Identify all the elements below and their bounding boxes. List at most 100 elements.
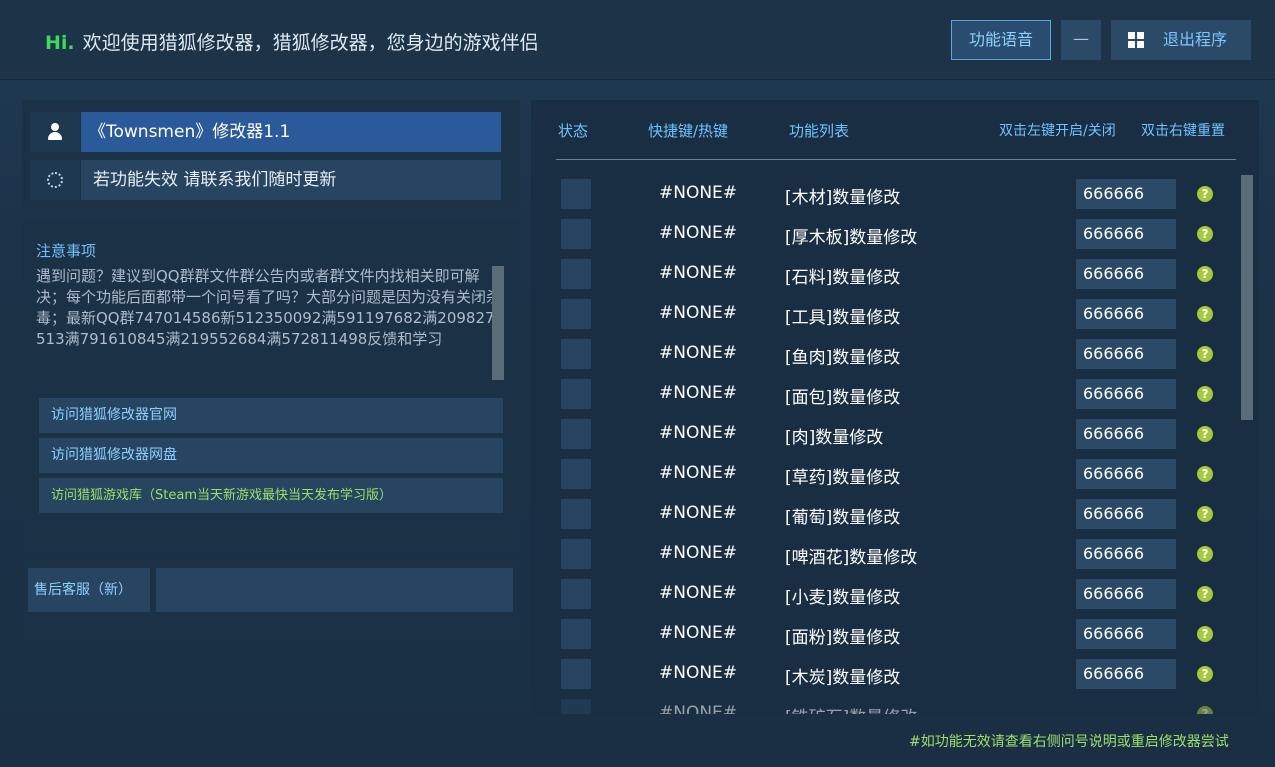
help-icon[interactable]: ? — [1197, 346, 1213, 362]
help-icon[interactable]: ? — [1197, 506, 1213, 522]
status-toggle[interactable] — [561, 659, 591, 689]
status-toggle[interactable] — [561, 179, 591, 209]
trainer-title-row: 《Townsmen》修改器1.1 — [30, 112, 502, 152]
table-row[interactable]: #NONE# [草药]数量修改 666666? — [531, 455, 1241, 495]
help-icon[interactable]: ? — [1197, 626, 1213, 642]
list-scrollbar[interactable] — [1241, 175, 1253, 420]
hint-right-click: 双击右键重置 — [1141, 123, 1225, 139]
trainer-title: 《Townsmen》修改器1.1 — [81, 112, 501, 152]
function-name: [铁矿石]数量修改 — [785, 703, 917, 714]
value-input[interactable]: 666666 — [1076, 379, 1176, 409]
status-toggle[interactable] — [561, 539, 591, 569]
function-name: [工具]数量修改 — [785, 308, 901, 328]
windows-icon — [1128, 32, 1144, 48]
function-name: [木材]数量修改 — [785, 188, 901, 208]
hotkey-cell: #NONE# — [659, 503, 738, 523]
table-row[interactable]: #NONE# [面包]数量修改 666666? — [531, 375, 1241, 415]
table-row[interactable]: #NONE# [鱼肉]数量修改 666666? — [531, 335, 1241, 375]
value-input[interactable]: 666666 — [1076, 179, 1176, 209]
table-row[interactable]: #NONE# [石料]数量修改 666666? — [531, 255, 1241, 295]
service-panel: 售后客服（新） — [22, 560, 520, 640]
status-toggle[interactable] — [561, 339, 591, 369]
service-label[interactable]: 售后客服（新） — [28, 568, 150, 612]
help-icon[interactable]: ? — [1197, 426, 1213, 442]
status-toggle[interactable] — [561, 579, 591, 609]
status-toggle[interactable] — [561, 419, 591, 449]
status-toggle[interactable] — [561, 699, 591, 714]
value-input[interactable]: 666666 — [1076, 219, 1176, 249]
welcome-message: 欢迎使用猎狐修改器，猎狐修改器，您身边的游戏伴侣 — [82, 32, 539, 54]
hotkey-cell: #NONE# — [659, 183, 738, 203]
table-row[interactable]: #NONE# [木材]数量修改 666666? — [531, 175, 1241, 215]
hotkey-cell: #NONE# — [659, 303, 738, 323]
status-toggle[interactable] — [561, 299, 591, 329]
voice-button[interactable]: 功能语音 — [951, 20, 1051, 60]
help-icon[interactable]: ? — [1197, 586, 1213, 602]
function-name: [木炭]数量修改 — [785, 668, 901, 688]
table-row[interactable]: #NONE# [面粉]数量修改 666666? — [531, 615, 1241, 655]
hotkey-cell: #NONE# — [659, 703, 738, 714]
hotkey-cell: #NONE# — [659, 583, 738, 603]
value-input[interactable]: 666666 — [1076, 459, 1176, 489]
hotkey-cell: #NONE# — [659, 343, 738, 363]
status-toggle[interactable] — [561, 459, 591, 489]
header-hotkey: 快捷键/热键 — [648, 122, 729, 140]
exit-button[interactable]: 退出程序 — [1111, 20, 1251, 60]
exit-button-label: 退出程序 — [1163, 30, 1228, 49]
table-row[interactable]: #NONE# [铁矿石]数量修改? — [531, 695, 1241, 714]
status-toggle[interactable] — [561, 379, 591, 409]
game-library-link[interactable]: 访问猎狐游戏库（Steam当天新游戏最快当天发布学习版） — [39, 478, 503, 513]
function-name: [小麦]数量修改 — [785, 588, 901, 608]
value-input[interactable]: 666666 — [1076, 499, 1176, 529]
table-row[interactable]: #NONE# [葡萄]数量修改 666666? — [531, 495, 1241, 535]
service-box[interactable] — [156, 568, 513, 612]
help-icon[interactable]: ? — [1197, 386, 1213, 402]
hotkey-cell: #NONE# — [659, 383, 738, 403]
help-icon[interactable]: ? — [1197, 306, 1213, 322]
help-icon[interactable]: ? — [1197, 546, 1213, 562]
hint-left-click: 双击左键开启/关闭 — [999, 123, 1116, 139]
function-name: [肉]数量修改 — [785, 428, 884, 448]
hotkey-cell: #NONE# — [659, 263, 738, 283]
function-name: [面粉]数量修改 — [785, 628, 901, 648]
hotkey-cell: #NONE# — [659, 543, 738, 563]
status-toggle[interactable] — [561, 619, 591, 649]
help-icon[interactable]: ? — [1197, 186, 1213, 202]
help-icon[interactable]: ? — [1197, 226, 1213, 242]
trainer-info-panel: 《Townsmen》修改器1.1 若功能失效 请联系我们随时更新 — [22, 100, 520, 208]
help-icon[interactable]: ? — [1197, 466, 1213, 482]
function-name: [鱼肉]数量修改 — [785, 348, 901, 368]
status-toggle[interactable] — [561, 219, 591, 249]
value-input[interactable]: 666666 — [1076, 259, 1176, 289]
value-input[interactable]: 666666 — [1076, 339, 1176, 369]
function-name: [啤酒花]数量修改 — [785, 548, 918, 568]
help-icon[interactable]: ? — [1197, 706, 1213, 714]
official-site-link[interactable]: 访问猎狐修改器官网 — [39, 398, 503, 433]
table-row[interactable]: #NONE# [工具]数量修改 666666? — [531, 295, 1241, 335]
table-row[interactable]: #NONE# [啤酒花]数量修改 666666? — [531, 535, 1241, 575]
help-icon[interactable]: ? — [1197, 266, 1213, 282]
function-name: [葡萄]数量修改 — [785, 508, 901, 528]
hotkey-cell: #NONE# — [659, 423, 738, 443]
value-input[interactable]: 666666 — [1076, 579, 1176, 609]
value-input[interactable]: 666666 — [1076, 539, 1176, 569]
notice-text: 遇到问题？建议到QQ群群文件群公告内或者群文件内找相关即可解决；每个功能后面都带… — [36, 267, 502, 348]
title-bar: Hi. 欢迎使用猎狐修改器，猎狐修改器，您身边的游戏伴侣 功能语音 — 退出程序 — [0, 0, 1275, 80]
notice-title: 注意事项 — [36, 242, 97, 260]
value-input[interactable]: 666666 — [1076, 619, 1176, 649]
value-input[interactable]: 666666 — [1076, 299, 1176, 329]
netdisk-link[interactable]: 访问猎狐修改器网盘 — [39, 438, 503, 473]
footer-hint: #如功能无效请查看右侧问号说明或重启修改器尝试 — [909, 734, 1229, 750]
help-icon[interactable]: ? — [1197, 666, 1213, 682]
value-input[interactable]: 666666 — [1076, 659, 1176, 689]
function-name: [厚木板]数量修改 — [785, 228, 918, 248]
status-toggle[interactable] — [561, 259, 591, 289]
notice-scrollbar[interactable] — [492, 266, 504, 380]
status-toggle[interactable] — [561, 499, 591, 529]
table-row[interactable]: #NONE# [小麦]数量修改 666666? — [531, 575, 1241, 615]
table-row[interactable]: #NONE# [木炭]数量修改 666666? — [531, 655, 1241, 695]
value-input[interactable]: 666666 — [1076, 419, 1176, 449]
table-row[interactable]: #NONE# [厚木板]数量修改 666666? — [531, 215, 1241, 255]
table-row[interactable]: #NONE# [肉]数量修改 666666? — [531, 415, 1241, 455]
minimize-button[interactable]: — — [1061, 20, 1101, 60]
